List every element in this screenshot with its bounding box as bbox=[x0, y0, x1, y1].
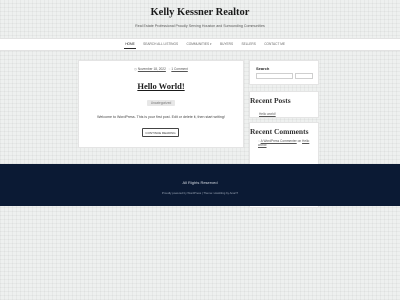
post-comments-link[interactable]: 1 Comment bbox=[171, 67, 187, 71]
footer-credits[interactable]: Proudly powered by WordPress | Theme: Ho… bbox=[0, 191, 400, 195]
nav-item-contact-me[interactable]: Contact Me bbox=[260, 39, 289, 50]
recent-posts-widget: Recent Posts Hello world! bbox=[249, 91, 319, 118]
search-input[interactable] bbox=[256, 73, 293, 79]
nav-item-search-all-listings[interactable]: Search All Listings bbox=[139, 39, 182, 50]
post-excerpt: Welcome to WordPress. This is your first… bbox=[97, 115, 225, 119]
recent-post-link[interactable]: Hello world! bbox=[259, 112, 276, 116]
nav-item-buyers[interactable]: Buyers bbox=[216, 39, 237, 50]
calendar-icon: ◷ bbox=[134, 67, 137, 71]
nav-item-communities[interactable]: Communities ▾ bbox=[182, 39, 216, 50]
post-title-link[interactable]: Hello World! bbox=[79, 81, 243, 91]
recent-comments-title: Recent Comments bbox=[250, 127, 309, 136]
recent-comment-item: ◌ A WordPress Commenter on Hello world! bbox=[258, 139, 318, 148]
footer-rights: All Rights Reserved bbox=[182, 180, 218, 185]
site-title[interactable]: Kelly Kessner Realtor bbox=[0, 7, 400, 18]
recent-posts-title: Recent Posts bbox=[250, 96, 291, 105]
comment-bubble-icon: ◌ bbox=[258, 139, 260, 143]
search-widget-title: Search bbox=[256, 66, 270, 71]
post-date-link[interactable]: November 18, 2022 bbox=[138, 67, 166, 71]
continue-reading-button[interactable]: Continue Reading bbox=[142, 128, 179, 137]
category-badge[interactable]: Uncategorized bbox=[147, 100, 175, 106]
site-footer: All Rights Reserved Proudly powered by W… bbox=[0, 164, 400, 206]
comment-author-link[interactable]: A WordPress Commenter bbox=[261, 139, 297, 143]
search-widget: Search bbox=[249, 60, 319, 85]
main-navigation: Home Search All Listings Communities ▾ B… bbox=[0, 38, 400, 51]
post-meta: ◷ November 18, 2022 ◌ 1 Comment bbox=[79, 67, 243, 71]
search-button[interactable] bbox=[295, 73, 313, 79]
site-tagline: Real Estate Professional Proudly Serving… bbox=[135, 24, 265, 28]
site-header: Kelly Kessner Realtor Real Estate Profes… bbox=[0, 0, 400, 38]
nav-item-home[interactable]: Home bbox=[121, 39, 139, 50]
post-card: ◷ November 18, 2022 ◌ 1 Comment Hello Wo… bbox=[78, 60, 244, 148]
nav-item-sellers[interactable]: Sellers bbox=[237, 39, 260, 50]
